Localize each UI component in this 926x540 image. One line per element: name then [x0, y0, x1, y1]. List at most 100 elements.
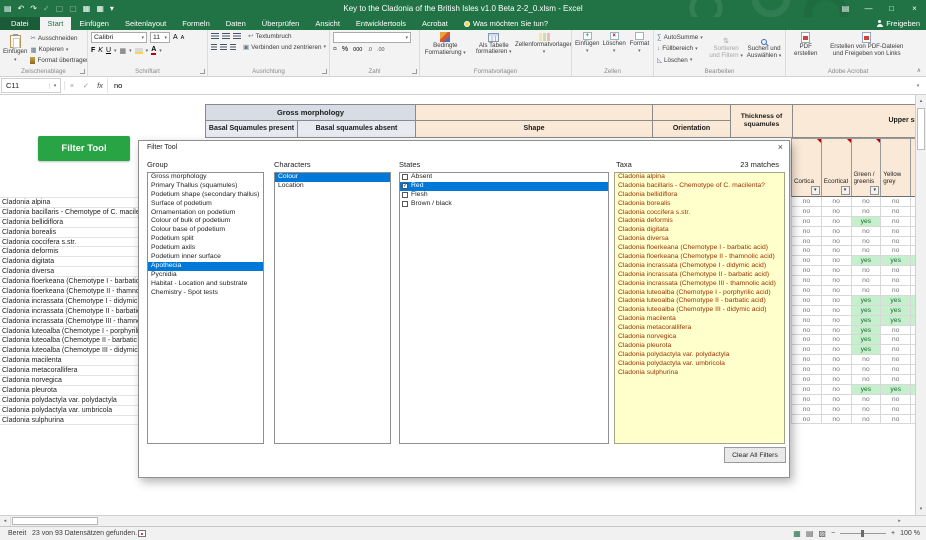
match-cell[interactable]: no — [822, 286, 852, 296]
taxon-name-cell[interactable]: Cladonia metacorallifera — [0, 366, 138, 376]
page-break-view-icon[interactable]: ▨ — [818, 529, 826, 538]
taxon-name-cell[interactable]: Cladonia luteoalba (Chemotype II - barba… — [0, 336, 138, 346]
dialog-launcher-icon[interactable] — [412, 69, 417, 74]
page-layout-view-icon[interactable]: ▤ — [806, 529, 814, 538]
dialog-launcher-icon[interactable] — [80, 69, 85, 74]
column-header-corticate[interactable]: Cortica ▾ — [792, 138, 822, 197]
italic-button[interactable]: K — [98, 47, 103, 54]
checkbox[interactable] — [402, 192, 408, 198]
taxon-name-cell[interactable]: Cladonia diversa — [0, 267, 138, 277]
wrap-text-button[interactable]: ↩Textumbruch — [248, 32, 292, 40]
match-cell[interactable]: no — [881, 246, 911, 256]
fill-color-button[interactable] — [135, 48, 143, 54]
match-cell[interactable]: no — [852, 355, 882, 365]
scrollbar-thumb[interactable] — [917, 108, 925, 150]
group-item[interactable]: Surface of podetium — [148, 200, 263, 209]
ribbon-tab[interactable]: Seitenlayout — [117, 17, 174, 30]
create-pdf-button[interactable]: PDF erstellen — [789, 32, 822, 57]
align-middle-icon[interactable] — [222, 33, 230, 40]
match-cell[interactable]: no — [822, 256, 852, 266]
taxon-name-cell[interactable]: Cladonia alpina — [0, 198, 138, 208]
match-cell[interactable]: no — [881, 415, 911, 425]
align-bottom-icon[interactable] — [233, 33, 241, 40]
match-cell[interactable]: no — [822, 246, 852, 256]
match-cell[interactable]: no — [822, 197, 852, 207]
checkbox[interactable] — [402, 174, 408, 180]
header-gross-morphology[interactable]: Gross morphology — [205, 104, 416, 121]
group-item[interactable]: Habitat - Location and substrate — [148, 280, 263, 289]
group-item[interactable]: Ornamentation on podetium — [148, 209, 263, 218]
formula-input[interactable]: no — [107, 78, 910, 93]
enter-icon[interactable]: ✓ — [79, 81, 93, 90]
match-cell[interactable]: no — [792, 316, 822, 326]
clear-button[interactable]: ◺Löschen▾ — [657, 56, 706, 64]
match-cell[interactable]: yes — [852, 306, 882, 316]
font-name-select[interactable]: Calibri▾ — [91, 32, 147, 43]
quick-access-icon[interactable]: ↶ — [18, 4, 25, 13]
align-right-icon[interactable] — [230, 44, 236, 51]
taxon-name-cell[interactable]: Cladonia luteoalba (Chemotype III - didy… — [0, 346, 138, 356]
taxon-name-cell[interactable]: Cladonia digitata — [0, 257, 138, 267]
scrollbar-thumb[interactable] — [12, 517, 98, 525]
shrink-font-button[interactable]: A — [181, 35, 185, 41]
close-icon[interactable]: × — [903, 0, 926, 17]
taxon-name-cell[interactable]: Cladonia bellidiflora — [0, 218, 138, 228]
header-thickness[interactable]: Thickness ofsquamules — [730, 104, 793, 138]
match-cell[interactable]: no — [822, 365, 852, 375]
group-item[interactable]: Podetium axils — [148, 244, 263, 253]
match-cell[interactable]: no — [822, 375, 852, 385]
grow-font-button[interactable]: A — [173, 34, 178, 41]
match-cell[interactable]: no — [881, 197, 911, 207]
format-painter-button[interactable]: Format übertragen — [30, 57, 88, 64]
taxon-name-cell[interactable]: Cladonia floerkeana (Chemotype I - barba… — [0, 277, 138, 287]
group-item[interactable]: Podetium shape (secondary thallus) — [148, 191, 263, 200]
match-cell[interactable]: no — [792, 197, 822, 207]
quick-access-icon[interactable]: ▦ — [96, 4, 104, 13]
quick-access-icon[interactable]: ▾ — [110, 4, 114, 13]
match-cell[interactable]: no — [852, 227, 882, 237]
match-cell[interactable]: no — [822, 207, 852, 217]
match-cell[interactable]: yes — [852, 217, 882, 227]
match-cell[interactable]: no — [822, 237, 852, 247]
remove-decimal-button[interactable]: .00 — [377, 47, 385, 53]
quick-access-icon[interactable]: ✓ — [43, 4, 50, 13]
ribbon-tab[interactable]: Acrobat — [414, 17, 456, 30]
match-cell[interactable]: no — [881, 365, 911, 375]
column-header-green-greenish[interactable]: Green /greenis ▾ — [852, 138, 882, 197]
cut-button[interactable]: ✂Ausschneiden — [30, 34, 88, 42]
match-cell[interactable]: no — [822, 296, 852, 306]
match-cell[interactable]: yes — [881, 306, 911, 316]
header-basal-absent[interactable]: Basal squamules absent — [297, 120, 416, 138]
share-button[interactable]: Freigeben — [870, 17, 926, 30]
align-top-icon[interactable] — [211, 33, 219, 40]
taxon-name-cell[interactable]: Cladonia luteoalba (Chemotype I - porphy… — [0, 327, 138, 337]
taxon-name-cell[interactable]: Cladonia borealis — [0, 228, 138, 238]
match-cell[interactable]: yes — [852, 316, 882, 326]
font-size-select[interactable]: 11▾ — [150, 32, 170, 43]
state-item[interactable]: ✓ Red — [400, 182, 608, 191]
match-cell[interactable]: no — [792, 237, 822, 247]
scroll-left-icon[interactable]: ◂ — [0, 516, 11, 526]
header-orientation[interactable]: Orientation — [652, 120, 731, 138]
taxon-name-cell[interactable]: Cladonia incrassata (Chemotype I - didym… — [0, 297, 138, 307]
tab-datei[interactable]: Datei — [0, 17, 40, 30]
match-cell[interactable]: no — [881, 405, 911, 415]
match-cell[interactable]: no — [822, 316, 852, 326]
insert-cells-button[interactable]: +Einfügen ▾ — [575, 32, 599, 54]
ribbon-tab[interactable]: Formeln — [174, 17, 218, 30]
match-cell[interactable]: yes — [852, 385, 882, 395]
dialog-launcher-icon[interactable] — [200, 69, 205, 74]
zoom-level[interactable]: 100 % — [900, 530, 920, 537]
merge-center-button[interactable]: ▣Verbinden und zentrieren▾ — [243, 43, 326, 51]
header-upper-surface[interactable]: Upper surface — [792, 104, 926, 138]
align-center-icon[interactable] — [220, 44, 226, 51]
format-as-table-button[interactable]: Als Tabelle formatieren ▾ — [471, 32, 517, 56]
group-item[interactable]: Colour of bulk of podetium — [148, 217, 263, 226]
checkbox[interactable]: ✓ — [402, 183, 408, 189]
character-item[interactable]: Colour — [275, 173, 390, 182]
match-cell[interactable]: no — [822, 415, 852, 425]
match-cell[interactable]: no — [881, 227, 911, 237]
taxon-name-cell[interactable]: Cladonia deformis — [0, 247, 138, 257]
taxon-name-cell[interactable]: Cladonia floerkeana (Chemotype II - tham… — [0, 287, 138, 297]
match-cell[interactable]: no — [881, 266, 911, 276]
